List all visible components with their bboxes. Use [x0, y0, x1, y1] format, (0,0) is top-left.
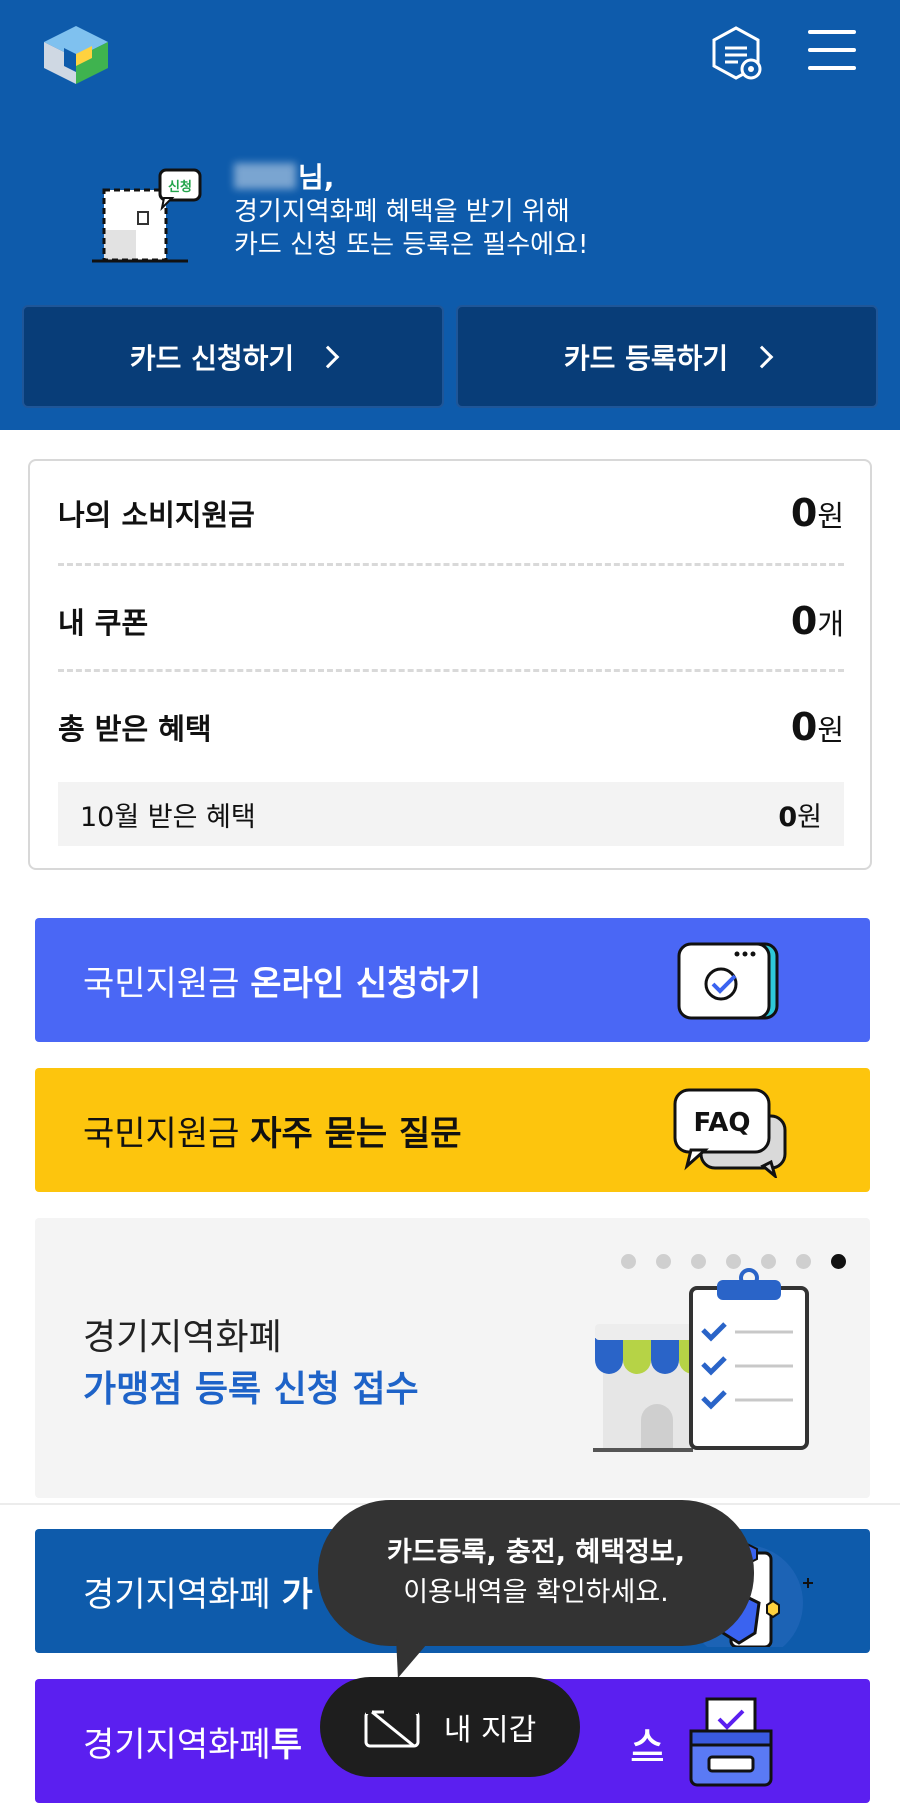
subsidy-row[interactable]: 나의 소비지원금 0원	[58, 483, 844, 543]
hamburger-menu-icon[interactable]	[808, 30, 856, 74]
user-name: 님,	[234, 156, 588, 196]
card-apply-illustration: 신청	[88, 168, 204, 268]
greeting-message-line1: 경기지역화폐 혜택을 받기 위해	[234, 197, 570, 227]
navy-banner-text: 경기지역화폐 가	[83, 1574, 313, 1615]
wallet-card-icon	[364, 1708, 420, 1748]
merchant-registration-banner[interactable]: 경기지역화폐 가맹점 등록 신청 접수	[35, 1218, 870, 1498]
carousel-dot-active[interactable]	[831, 1254, 846, 1269]
my-wallet-button[interactable]: 내 지갑	[320, 1677, 580, 1777]
chevron-right-icon	[750, 345, 774, 368]
benefit-summary-card: 나의 소비지원금 0원 내 쿠폰 0개 총 받은 혜택 0원 10월 받은 혜택…	[28, 459, 872, 870]
greeting-suffix: 님,	[298, 161, 335, 194]
tooltip-line1: 카드등록, 충전, 혜택정보,	[387, 1537, 685, 1568]
register-card-label: 카드 등록하기	[563, 341, 729, 375]
faq-speech-bubble-icon: FAQ	[671, 1086, 791, 1182]
total-benefit-label: 총 받은 혜택	[58, 712, 212, 746]
my-wallet-label: 내 지갑	[443, 1713, 537, 1748]
coupon-label: 내 쿠폰	[58, 606, 149, 640]
online-apply-text: 국민지원금 온라인 신청하기	[83, 963, 482, 1004]
header: 신청 님, 경기지역화폐 혜택을 받기 위해 카드 신청 또는 등록은 필수에요…	[0, 0, 900, 430]
register-card-button[interactable]: 카드 등록하기	[456, 305, 878, 408]
online-apply-banner[interactable]: 국민지원금 온라인 신청하기	[35, 918, 870, 1042]
store-clipboard-illustration	[593, 1268, 823, 1468]
divider	[58, 669, 844, 672]
subsidy-label: 나의 소비지원금	[58, 498, 255, 532]
carousel-dot[interactable]	[761, 1254, 776, 1269]
faq-icon-text: FAQ	[693, 1108, 750, 1138]
monthly-benefit-label: 10월 받은 혜택	[80, 801, 256, 833]
divider	[58, 563, 844, 566]
total-benefit-row[interactable]: 총 받은 혜택 0원	[58, 697, 844, 757]
apply-badge-text: 신청	[168, 179, 192, 195]
carousel-dot[interactable]	[656, 1254, 671, 1269]
apply-card-button[interactable]: 카드 신청하기	[22, 305, 444, 408]
carousel-indicator[interactable]	[621, 1254, 846, 1269]
blurred-user-name	[234, 163, 296, 189]
carousel-dot[interactable]	[691, 1254, 706, 1269]
coupon-row[interactable]: 내 쿠폰 0개	[58, 591, 844, 651]
greeting-message-line2: 카드 신청 또는 등록은 필수에요!	[234, 230, 589, 260]
tablet-check-icon	[675, 940, 785, 1026]
coupon-count: 0개	[790, 599, 844, 643]
faq-banner[interactable]: 국민지원금 자주 묻는 질문 FAQ	[35, 1068, 870, 1192]
carousel-dot[interactable]	[796, 1254, 811, 1269]
apply-card-label: 카드 신청하기	[129, 341, 295, 375]
merchant-banner-line1: 경기지역화폐	[83, 1317, 282, 1358]
monthly-benefit-row: 10월 받은 혜택 0원	[58, 782, 844, 846]
faq-text: 국민지원금 자주 묻는 질문	[83, 1113, 462, 1154]
ballot-box-icon	[683, 1695, 783, 1795]
greeting: 님, 경기지역화폐 혜택을 받기 위해 카드 신청 또는 등록은 필수에요!	[234, 156, 588, 262]
wallet-tooltip: 카드등록, 충전, 혜택정보, 이용내역을 확인하세요.	[318, 1500, 754, 1646]
monthly-benefit-amount: 0원	[778, 801, 822, 833]
subsidy-amount: 0원	[790, 491, 844, 535]
settings-icon[interactable]	[710, 24, 766, 84]
chevron-right-icon	[316, 345, 340, 368]
carousel-dot[interactable]	[726, 1254, 741, 1269]
app-logo-icon[interactable]	[42, 24, 110, 86]
tooltip-line2: 이용내역을 확인하세요.	[403, 1577, 669, 1608]
carousel-dot[interactable]	[621, 1254, 636, 1269]
merchant-banner-line2: 가맹점 등록 신청 접수	[83, 1369, 419, 1410]
total-benefit-amount: 0원	[790, 705, 844, 749]
